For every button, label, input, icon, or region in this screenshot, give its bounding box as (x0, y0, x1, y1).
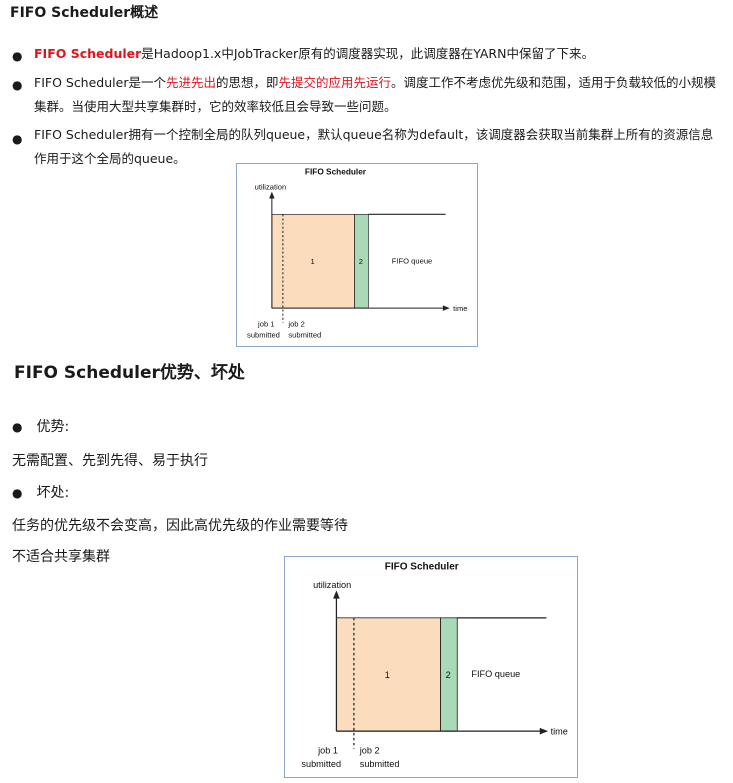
diagram-title: FIFO Scheduler (385, 562, 459, 573)
diagram-ylabel: utilization (313, 580, 351, 590)
section2-title: FIFO Scheduler优势、坏处 (14, 363, 245, 383)
x-axis-arrow-icon (539, 727, 549, 735)
disadvantage-row: ● 坏处: (12, 482, 69, 502)
fifo-highlight: FIFO Scheduler (34, 46, 142, 61)
job1-submitted-line1: job 1 (317, 746, 338, 756)
job2-submitted-line2: submitted (360, 759, 400, 769)
job2-label: 2 (359, 257, 363, 266)
job2-submitted-line1: job 2 (359, 746, 380, 756)
bullet-icon: ● (12, 486, 23, 500)
disadvantage-text-1: 任务的优先级不会变高，因此高优先级的作业需要等待 (12, 518, 348, 534)
bullet-icon: ● (12, 78, 23, 92)
job1-submitted-line2: submitted (301, 759, 341, 769)
diagram-ylabel: utilization (255, 183, 287, 192)
x-axis-label: time (453, 304, 467, 313)
queue-label: FIFO queue (471, 669, 520, 679)
p2-text-2: 的思想，即 (215, 75, 279, 90)
x-axis-arrow-icon (442, 305, 450, 311)
paragraph-1: FIFO Scheduler是Hadoop1.x中JobTracker原有的调度… (34, 42, 724, 66)
job2-submitted-line2: submitted (288, 331, 321, 340)
advantage-row: ● 优势: (12, 416, 69, 436)
p2-text-1: FIFO Scheduler是一个 (34, 75, 166, 90)
queue-label: FIFO queue (392, 256, 432, 265)
diagram-title: FIFO Scheduler (305, 167, 367, 176)
x-axis-label: time (551, 727, 568, 737)
y-axis-arrow-icon (333, 590, 340, 599)
disadvantage-text-2: 不适合共享集群 (12, 549, 110, 565)
bullet-icon: ● (12, 132, 23, 146)
y-axis-arrow-icon (269, 191, 275, 199)
advantage-label: 优势: (36, 419, 70, 435)
fifo-diagram-small: FIFO Scheduler utilization 1 2 FIFO queu… (236, 163, 478, 347)
bullet-icon: ● (12, 420, 23, 434)
job2-submitted-line1: job 2 (287, 320, 304, 329)
job1-label: 1 (310, 257, 314, 266)
job1-submitted-line1: job 1 (257, 320, 274, 329)
fifo-diagram-svg: FIFO Scheduler utilization 1 2 FIFO queu… (301, 562, 568, 770)
p1-text: 是Hadoop1.x中JobTracker原有的调度器实现，此调度器在YARN中… (141, 46, 594, 61)
p2-red-2: 先提交的应用先运行 (278, 75, 392, 90)
job1-submitted-line2: submitted (247, 331, 280, 340)
fifo-diagram-svg: FIFO Scheduler utilization 1 2 FIFO queu… (247, 167, 467, 340)
fifo-diagram-large: FIFO Scheduler utilization 1 2 FIFO queu… (284, 556, 578, 778)
bullet-icon: ● (12, 49, 23, 63)
job2-label: 2 (446, 670, 451, 680)
p2-red-1: 先进先出 (165, 75, 216, 90)
section1-title: FIFO Scheduler概述 (10, 5, 159, 21)
job1-label: 1 (385, 670, 390, 680)
disadvantage-label: 坏处: (36, 485, 70, 501)
advantage-text: 无需配置、先到先得、易于执行 (12, 453, 208, 469)
paragraph-2: FIFO Scheduler是一个先进先出的思想，即先提交的应用先运行。调度工作… (34, 71, 724, 119)
